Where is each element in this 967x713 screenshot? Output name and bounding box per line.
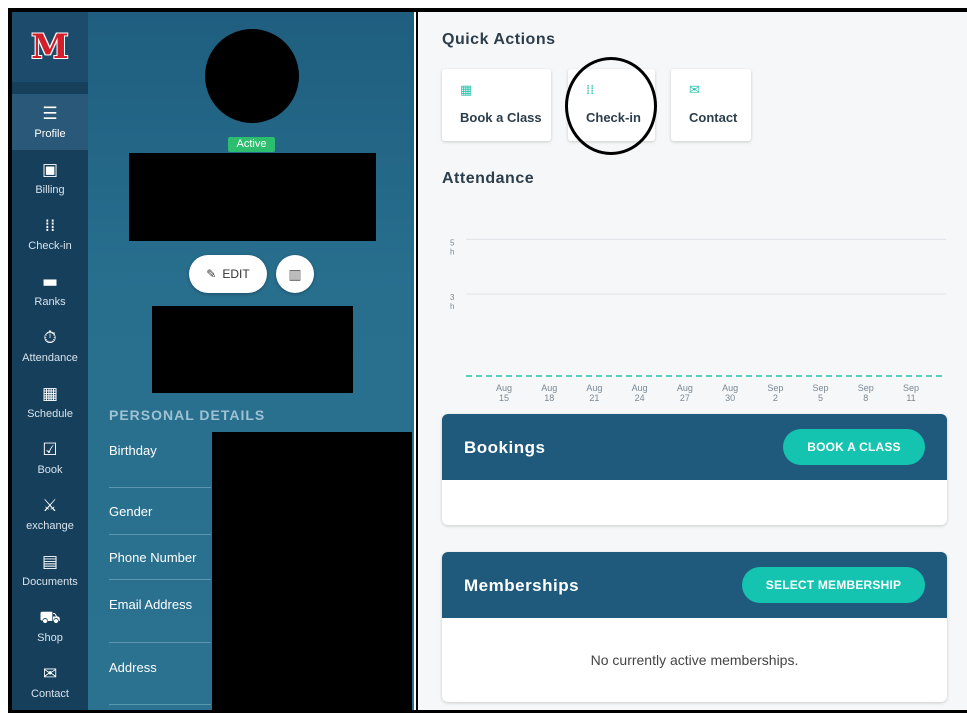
redacted-details [212, 432, 412, 710]
sidebar-item-billing[interactable]: ▣ Billing [12, 150, 88, 206]
sidebar-item-profile[interactable]: ☰ Profile [12, 94, 88, 150]
divider [109, 534, 211, 535]
quick-action-contact[interactable]: ✉ Contact [671, 69, 751, 141]
x-tick-label: Sep 2 [767, 383, 783, 403]
sidebar-item-label: Ranks [34, 295, 66, 308]
sidebar-item-label: Billing [35, 183, 65, 196]
sidebar-item-label: Attendance [22, 351, 78, 364]
edit-profile-button[interactable]: ✎ EDIT [189, 255, 267, 293]
detail-label-phone: Phone Number [109, 550, 197, 565]
bookings-panel: Bookings BOOK A CLASS [442, 414, 947, 525]
ranks-icon: ▬ [41, 271, 59, 292]
sidebar-item-attendance[interactable]: ⏱ Attendance [12, 318, 88, 374]
sidebar-item-label: Check-in [28, 239, 72, 252]
bookings-title: Bookings [464, 438, 546, 457]
sidebar-item-checkin[interactable]: ⁞⁞ Check-in [12, 206, 88, 262]
y-tick-label: 5h [450, 238, 455, 256]
quick-action-book-class[interactable]: ▦ Book a Class [442, 69, 551, 141]
checkbox-icon: ☑ [42, 439, 58, 460]
quick-actions-title: Quick Actions [442, 31, 556, 48]
x-tick-label: Sep 11 [903, 383, 919, 403]
stopwatch-icon: ⏱ [43, 327, 57, 348]
document-icon: ▤ [41, 551, 59, 572]
profile-panel: Active ✎ EDIT ▥ PERSONAL DETAILS Birthda… [88, 12, 414, 710]
avatar [205, 29, 299, 123]
sidebar-item-label: Profile [34, 127, 66, 140]
sidebar-item-book[interactable]: ☑ Book [12, 430, 88, 486]
detail-label-birthday: Birthday [109, 443, 157, 458]
app-frame: M ☰ Profile ▣ Billing ⁞⁞ Check-in ▬ Rank… [0, 0, 967, 713]
select-membership-button[interactable]: SELECT MEMBERSHIP [742, 567, 925, 603]
quick-action-label: Contact [689, 110, 738, 125]
pencil-icon: ✎ [206, 267, 217, 281]
sidebar-item-contact[interactable]: ✉ Contact [12, 654, 88, 710]
brand-logo[interactable]: M [12, 12, 88, 82]
x-tick-label: Aug 30 [722, 383, 738, 403]
divider [109, 642, 211, 643]
sidebar-item-documents[interactable]: ▤ Documents [12, 542, 88, 598]
x-tick-label: Aug 27 [677, 383, 693, 403]
section-title: PERSONAL DETAILS [109, 407, 266, 423]
attendance-chart: 5 h 3 h Aug 15 Aug 18 Aug 21 Aug 24 Aug 27 Aug 30 Sep 2 Se… [450, 238, 946, 403]
detail-label-gender: Gender [109, 504, 153, 519]
memberships-panel: Memberships SELECT MEMBERSHIP No current… [442, 552, 947, 702]
martial-arts-icon: ⚔ [42, 495, 58, 516]
sidebar-item-label: Contact [31, 687, 69, 700]
sidebar-item-label: Schedule [27, 407, 73, 420]
barcode-button[interactable]: ▥ [276, 255, 314, 293]
calendar-icon: ▦ [41, 383, 59, 404]
profile-icon: ☰ [42, 103, 58, 124]
sidebar-item-shop[interactable]: ⛟ Shop [12, 598, 88, 654]
envelope-icon: ✉ [689, 83, 700, 98]
logo-letter: M [31, 27, 69, 67]
x-tick-label: Sep 5 [813, 383, 829, 403]
divider [109, 704, 211, 705]
divider [109, 487, 211, 488]
calendar-icon: ▦ [460, 83, 473, 98]
memberships-empty-message: No currently active memberships. [590, 652, 799, 668]
sidebar-item-schedule[interactable]: ▦ Schedule [12, 374, 88, 430]
edit-label: EDIT [222, 267, 250, 281]
envelope-icon: ✉ [42, 663, 58, 684]
highlight-circle [565, 57, 657, 155]
sidebar-item-label: Documents [22, 575, 78, 588]
y-tick-label: 3h [450, 293, 455, 311]
sidebar-item-ranks[interactable]: ▬ Ranks [12, 262, 88, 318]
divider [109, 579, 211, 580]
detail-label-email: Email Address [109, 597, 193, 612]
quick-action-label: Book a Class [460, 110, 542, 125]
barcode-icon: ▥ [288, 265, 302, 282]
sidebar-item-label: Book [37, 463, 63, 476]
redacted-info [152, 306, 353, 393]
x-tick-label: Sep 8 [858, 383, 874, 403]
billing-icon: ▣ [41, 159, 59, 180]
sidebar-nav: M ☰ Profile ▣ Billing ⁞⁞ Check-in ▬ Rank… [12, 12, 88, 710]
redacted-name [129, 153, 376, 241]
status-badge: Active [228, 137, 275, 152]
book-a-class-button[interactable]: BOOK A CLASS [783, 429, 925, 465]
detail-label-address: Address [109, 660, 157, 675]
checkin-icon: ⁞⁞ [44, 215, 56, 236]
sidebar-item-exchange[interactable]: ⚔ exchange [12, 486, 88, 542]
x-tick-label: Aug 21 [586, 383, 602, 403]
x-tick-label: Aug 18 [541, 383, 557, 403]
x-tick-label: Aug 24 [632, 383, 648, 403]
x-tick-label: Aug 15 [496, 383, 512, 403]
attendance-title: Attendance [442, 170, 535, 187]
memberships-title: Memberships [464, 576, 580, 595]
sidebar-item-label: exchange [26, 519, 74, 532]
cart-icon: ⛟ [39, 607, 61, 628]
sidebar-item-label: Shop [37, 631, 63, 644]
